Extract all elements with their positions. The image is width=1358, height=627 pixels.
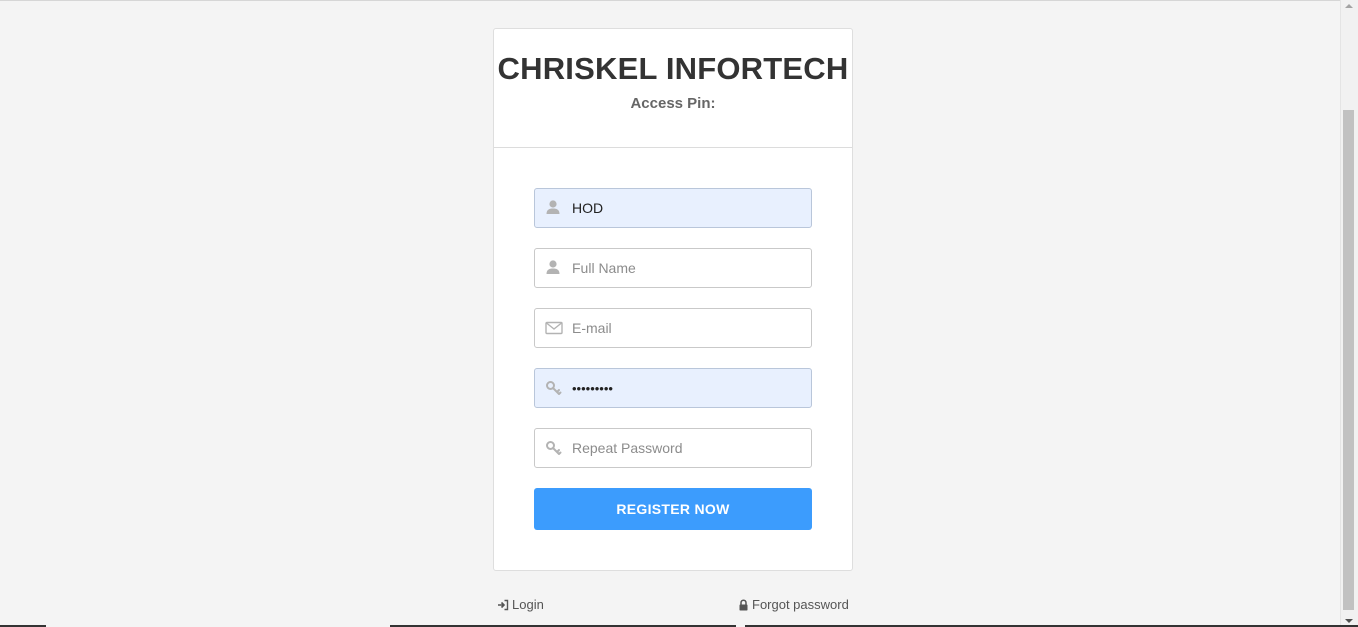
envelope-icon (545, 319, 563, 337)
scroll-down-icon[interactable] (1345, 619, 1353, 623)
fullname-field[interactable] (534, 248, 812, 288)
repeat-password-field[interactable] (534, 428, 812, 468)
fullname-input[interactable] (572, 249, 802, 287)
user-icon (545, 259, 563, 277)
password-field[interactable] (534, 368, 812, 408)
key-icon (545, 379, 563, 397)
register-card: CHRISKEL INFORTECH Access Pin: HOD Full … (493, 28, 853, 571)
username-field[interactable] (534, 188, 812, 228)
forgot-password-link[interactable]: Forgot password (738, 597, 849, 612)
scrollbar[interactable] (1340, 0, 1358, 627)
email-input[interactable] (572, 309, 802, 347)
sign-in-icon (498, 599, 509, 610)
top-border (0, 0, 1358, 1)
register-button[interactable]: REGISTER NOW (534, 488, 812, 530)
login-label: Login (512, 597, 544, 612)
scroll-up-icon[interactable] (1345, 4, 1353, 8)
password-input[interactable] (572, 369, 802, 407)
brand-title: CHRISKEL INFORTECH (497, 51, 849, 86)
key-icon (545, 439, 563, 457)
card-header: CHRISKEL INFORTECH Access Pin: (494, 29, 852, 148)
scroll-thumb[interactable] (1343, 110, 1354, 610)
repeat-password-input[interactable] (572, 429, 802, 467)
access-pin-label: Access Pin: (630, 95, 716, 112)
username-input[interactable] (572, 189, 802, 227)
login-link[interactable]: Login (497, 597, 544, 612)
email-field[interactable] (534, 308, 812, 348)
forgot-password-label: Forgot password (752, 597, 849, 612)
user-icon (545, 199, 563, 217)
lock-icon (739, 598, 748, 610)
